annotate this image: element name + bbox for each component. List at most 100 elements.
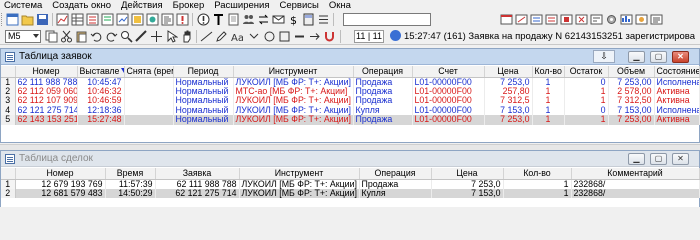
pencil-icon[interactable] [215, 30, 228, 43]
column-header-removed[interactable]: Снята (врем [124, 66, 174, 78]
people-icon[interactable] [242, 13, 255, 26]
line-tool-icon[interactable] [200, 30, 213, 43]
connect-icon[interactable] [500, 13, 513, 26]
column-header-instrument[interactable]: Инструмент [239, 168, 360, 180]
deals-window-titlebar[interactable]: Таблица сделок ▁ ▢ ✕ [1, 151, 699, 167]
settings-icon[interactable] [605, 13, 618, 26]
column-header-price[interactable]: Цена [431, 168, 504, 180]
column-header-rest[interactable]: Остаток [564, 66, 609, 78]
search-input[interactable] [343, 13, 431, 26]
column-header-volume[interactable]: Объем [608, 66, 655, 78]
close-button[interactable]: ✕ [672, 153, 689, 165]
orders-window-titlebar[interactable]: Таблица заявок ⇩ ▁ ▢ ✕ [1, 49, 699, 65]
status-message[interactable]: 15:27:47 (161) Заявка на продажу N 62143… [390, 30, 695, 43]
stop-order-icon[interactable] [560, 13, 573, 26]
positions-icon[interactable] [131, 13, 144, 26]
column-header-placed[interactable]: Выставле [77, 66, 125, 78]
doc-icon[interactable] [227, 13, 240, 26]
text-icon[interactable] [212, 13, 225, 26]
square-tool-icon[interactable] [278, 30, 291, 43]
status-grip-icon [343, 30, 351, 43]
table-row[interactable]: 1 62 111 988 788 10:45:47 Нормальный ЛУК… [1, 77, 700, 87]
news-icon[interactable] [161, 13, 174, 26]
undo-icon[interactable] [90, 30, 103, 43]
minimize-button[interactable]: ▁ [628, 51, 645, 63]
column-header-order[interactable]: Заявка [155, 168, 240, 180]
exchange-icon[interactable] [257, 13, 270, 26]
menu-windows[interactable]: Окна [329, 0, 351, 11]
column-header-number[interactable]: Номер [15, 66, 78, 78]
menu-actions[interactable]: Действия [121, 0, 163, 11]
column-header-state[interactable]: Состояние [654, 66, 700, 78]
toolbar-grip[interactable] [1, 13, 4, 26]
new-window-icon[interactable] [6, 13, 19, 26]
table-row[interactable]: 3 62 112 107 909 10:46:59 Нормальный ЛУК… [1, 96, 700, 106]
cancel-orders-icon[interactable] [575, 13, 588, 26]
column-header-account[interactable]: Счет [412, 66, 485, 78]
column-header-qty[interactable]: Кол-во [503, 168, 572, 180]
column-header-instrument[interactable]: Инструмент [233, 66, 354, 78]
paste-icon[interactable] [75, 30, 88, 43]
magnet-icon[interactable] [323, 30, 336, 43]
minus-icon[interactable] [293, 30, 306, 43]
chart-icon[interactable] [56, 13, 69, 26]
quotes-icon[interactable] [86, 13, 99, 26]
cursor-icon[interactable] [165, 30, 178, 43]
report-icon[interactable] [650, 13, 663, 26]
warning-icon[interactable] [197, 13, 210, 26]
buy-icon[interactable] [530, 13, 543, 26]
list-icon[interactable] [317, 13, 330, 26]
bond-icon[interactable] [635, 13, 648, 26]
text-arrow-icon[interactable] [248, 30, 261, 43]
open-icon[interactable] [21, 13, 34, 26]
alerts-icon[interactable] [176, 13, 189, 26]
menu-services[interactable]: Сервисы [280, 0, 319, 11]
cut-icon[interactable] [60, 30, 73, 43]
minimize-button[interactable]: ▁ [628, 153, 645, 165]
column-header-comment[interactable]: Комментарий [571, 168, 700, 180]
limits-icon[interactable] [620, 13, 633, 26]
maximize-button[interactable]: ▢ [650, 51, 667, 63]
column-header-operation[interactable]: Операция [353, 66, 413, 78]
save-icon[interactable] [36, 13, 49, 26]
crosshair-icon[interactable] [150, 30, 163, 43]
column-header-period[interactable]: Период [173, 66, 234, 78]
deals-icon[interactable] [116, 13, 129, 26]
maximize-button[interactable]: ▢ [650, 153, 667, 165]
column-header-operation[interactable]: Операция [359, 168, 432, 180]
table-row[interactable]: 2 62 112 059 060 10:46:32 Нормальный МТС… [1, 86, 700, 96]
zoom-icon[interactable] [120, 30, 133, 43]
history-icon[interactable] [590, 13, 603, 26]
hand-icon[interactable] [180, 30, 193, 43]
column-header-number[interactable]: Номер [15, 168, 106, 180]
table-row[interactable]: 1 12 679 193 769 11:57:39 62 111 988 788… [1, 179, 700, 189]
arrows-icon[interactable] [308, 30, 321, 43]
table-row-selected[interactable]: 5 62 143 153 251 15:27:48 Нормальный ЛУК… [1, 115, 700, 125]
ruler-icon[interactable] [135, 30, 148, 43]
column-header-time[interactable]: Время [105, 168, 156, 180]
cell-price: 7 253,0 [484, 115, 533, 125]
dollar-icon[interactable]: $ [287, 13, 300, 26]
disconnect-icon[interactable] [515, 13, 528, 26]
email-icon[interactable] [272, 13, 285, 26]
font-tool-icon[interactable]: Aa [230, 30, 243, 43]
column-header-qty[interactable]: Кол-во [532, 66, 565, 78]
workspace-select[interactable]: M5 [5, 30, 41, 43]
table-icon[interactable] [71, 13, 84, 26]
portfolio-icon[interactable] [146, 13, 159, 26]
table-row-selected[interactable]: 2 12 681 579 483 14:50:29 62 121 275 714… [1, 188, 700, 198]
menu-system[interactable]: Система [4, 0, 42, 11]
circle-tool-icon[interactable] [263, 30, 276, 43]
sell-icon[interactable] [545, 13, 558, 26]
pin-button[interactable]: ⇩ [593, 50, 615, 63]
menu-create-window[interactable]: Создать окно [52, 0, 111, 11]
redo-icon[interactable] [105, 30, 118, 43]
table-row[interactable]: 4 62 121 275 714 12:18:36 Нормальный ЛУК… [1, 105, 700, 115]
copy-icon[interactable] [45, 30, 58, 43]
calculator-icon[interactable] [302, 13, 315, 26]
orders-icon[interactable] [101, 13, 114, 26]
menu-broker[interactable]: Брокер [173, 0, 205, 11]
column-header-price[interactable]: Цена [484, 66, 533, 78]
menu-extensions[interactable]: Расширения [214, 0, 269, 11]
close-button[interactable]: ✕ [672, 51, 689, 63]
